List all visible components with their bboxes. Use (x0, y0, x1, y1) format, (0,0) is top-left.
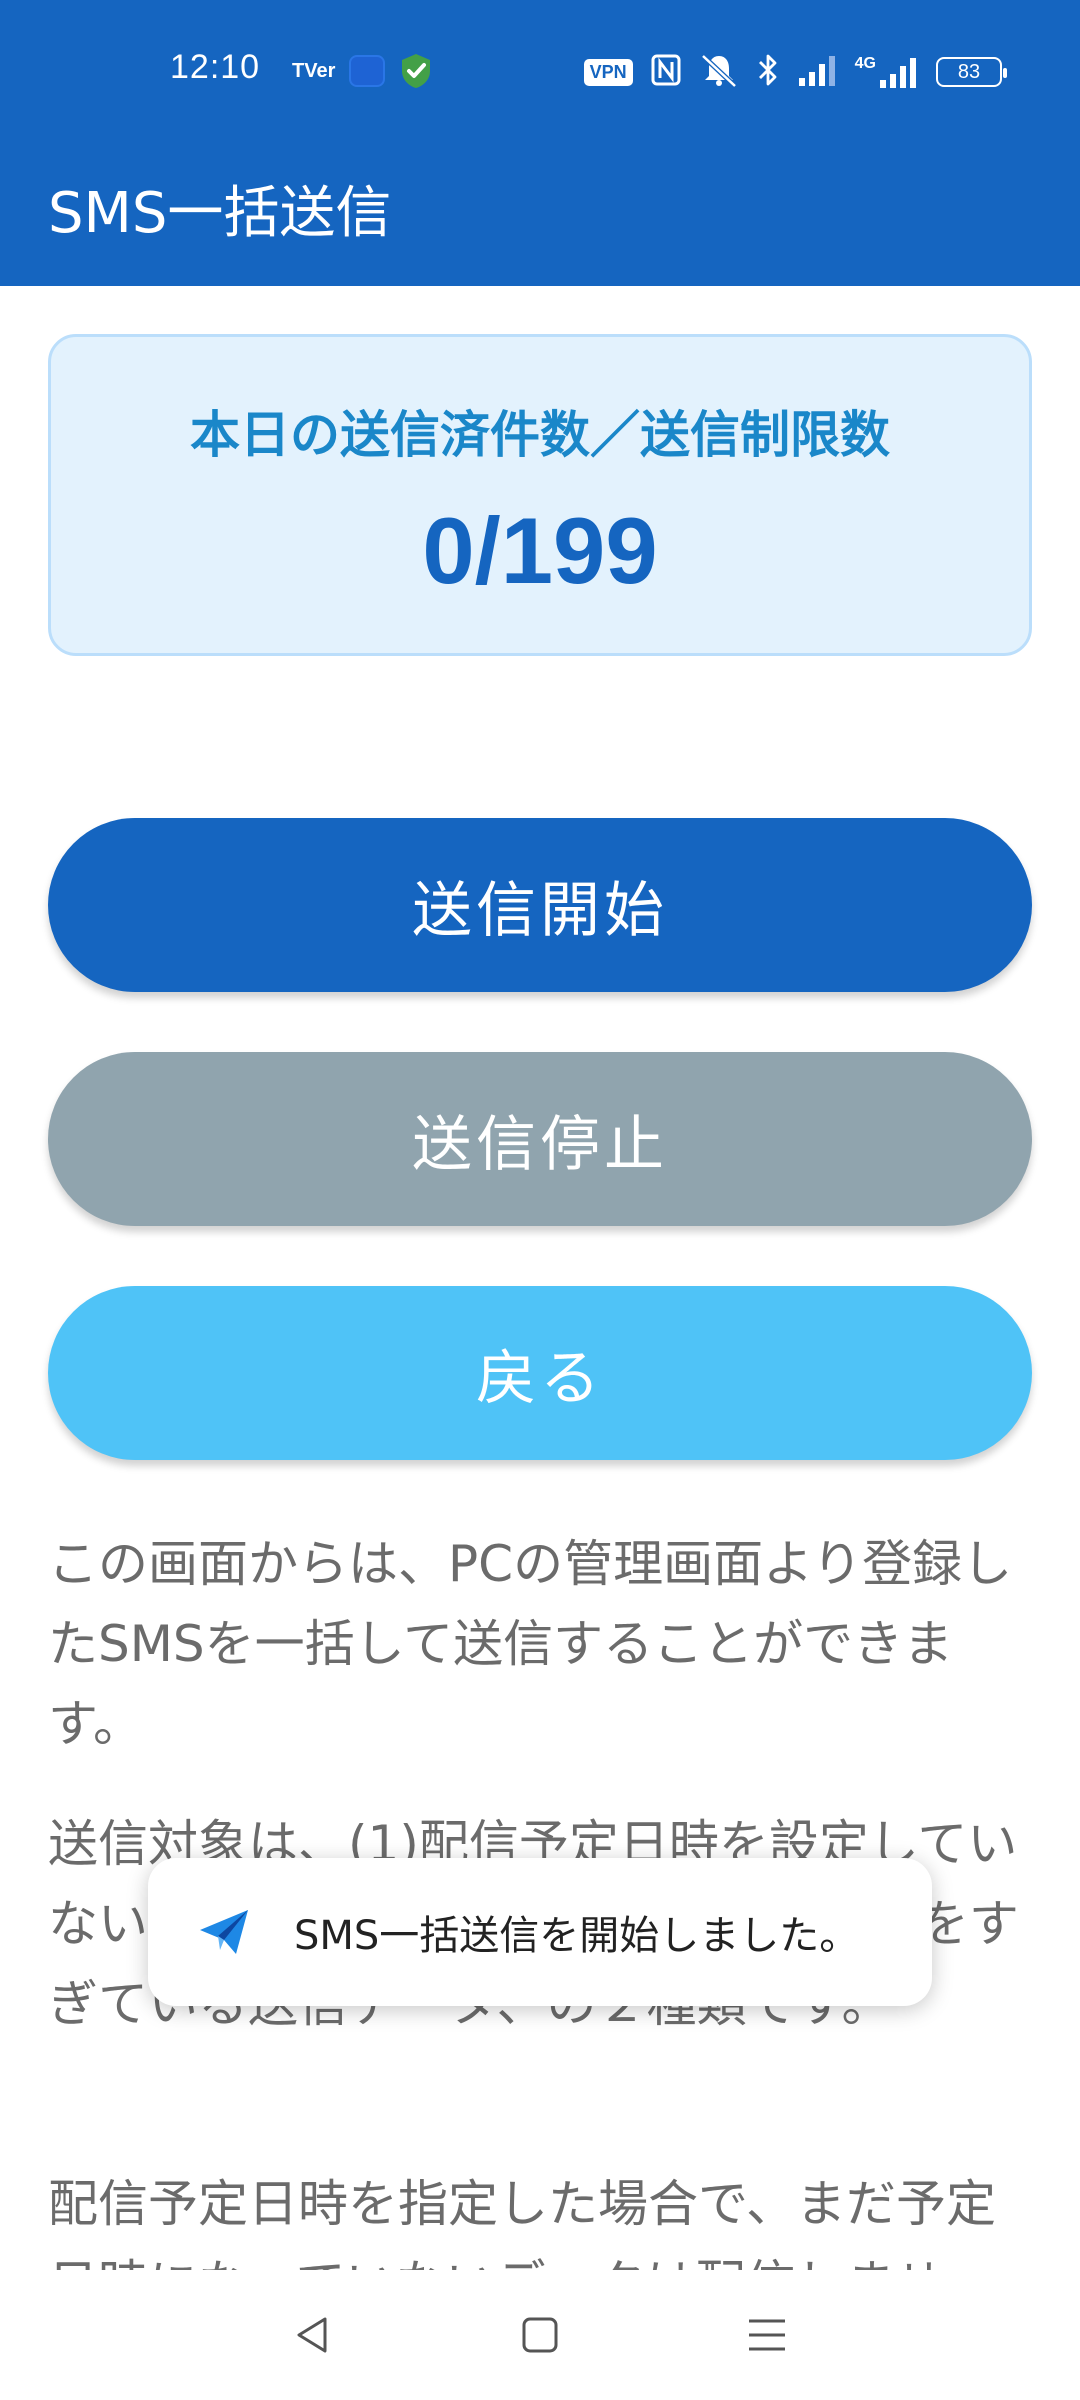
bell-mute-icon (699, 52, 739, 92)
nav-menu-icon[interactable] (737, 2305, 797, 2365)
nav-back-icon[interactable] (283, 2305, 343, 2365)
signal-4g-icon: 4G (855, 56, 918, 88)
send-count-value: 0/199 (422, 498, 658, 603)
status-left-icons: TVer (292, 52, 433, 90)
send-count-label: 本日の送信済件数／送信制限数 (190, 406, 890, 464)
signal-icon (797, 54, 837, 90)
send-count-card: 本日の送信済件数／送信制限数 0/199 (48, 334, 1032, 656)
paper-plane-icon (196, 1904, 252, 1960)
status-time: 12:10 (170, 48, 261, 86)
vpn-icon: VPN (583, 58, 633, 86)
nfc-icon (651, 54, 681, 90)
toast-message: SMS一括送信を開始しました。 (294, 1913, 860, 1959)
battery-level: 83 (957, 60, 981, 83)
nav-home-icon[interactable] (510, 2305, 570, 2365)
description-paragraph-1: この画面からは、PCの管理画面より登録したSMSを一括して送信することができます… (48, 1535, 1013, 1753)
toast-notification: SMS一括送信を開始しました。 (148, 1858, 932, 2006)
blue-app-icon (349, 55, 386, 87)
back-button[interactable]: 戻る (48, 1286, 1032, 1460)
network-label: 4G (854, 55, 876, 72)
page-title: SMS一括送信 (48, 181, 392, 246)
shield-check-icon (399, 52, 433, 90)
battery-icon: 83 (936, 57, 1007, 87)
screen: 12:10 TVer VPN 4G 83 SMS一括送信 本日の送信済件数／送信… (0, 0, 1080, 2400)
bluetooth-icon (757, 53, 779, 91)
start-sending-button[interactable]: 送信開始 (48, 818, 1032, 992)
app-header: 12:10 TVer VPN 4G 83 SMS一括送信 (0, 0, 1080, 286)
status-right-icons: VPN 4G 83 (583, 52, 1007, 92)
tver-icon: TVer (292, 59, 336, 82)
stop-sending-button[interactable]: 送信停止 (48, 1052, 1032, 1226)
system-nav-bar (0, 2270, 1080, 2400)
